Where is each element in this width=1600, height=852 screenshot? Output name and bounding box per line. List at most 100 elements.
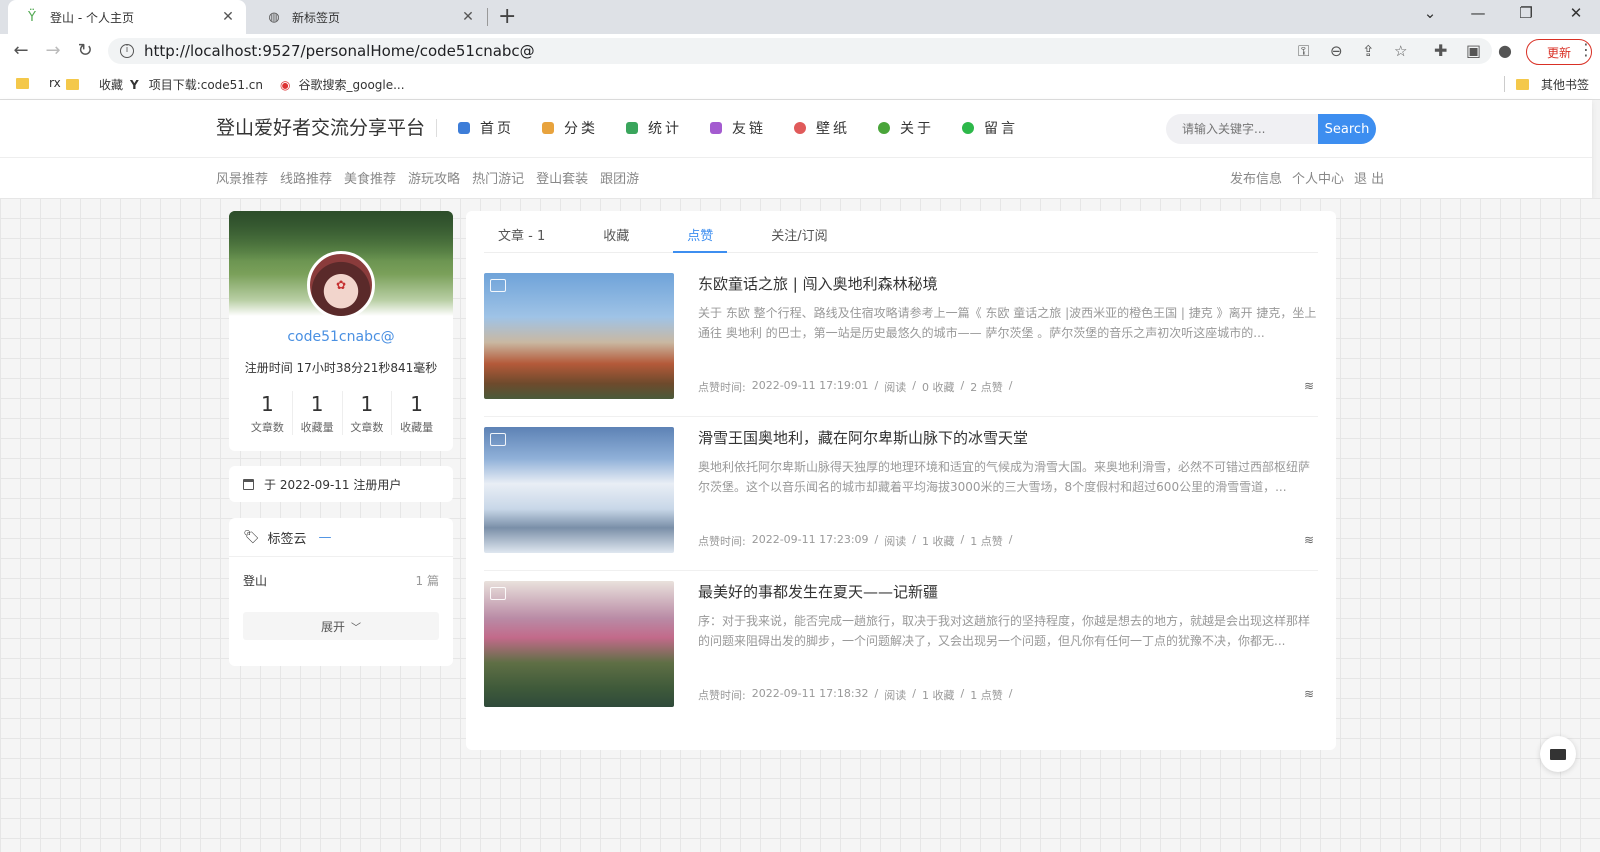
article-thumbnail[interactable] [484, 581, 674, 707]
article-item[interactable]: 东欧童话之旅 | 闯入奥地利森林秘境 关于 东欧 整个行程、路线及住宿攻略请参考… [484, 263, 1318, 417]
share-icon[interactable]: ⇪ [1362, 42, 1375, 60]
zoom-icon[interactable]: ⊖ [1330, 42, 1343, 60]
chevron-down-icon: ﹀ [351, 622, 361, 634]
tag-item[interactable]: 登山 1 篇 [243, 572, 439, 589]
bookmark-star-icon[interactable]: ☆ [1394, 42, 1407, 60]
search-input[interactable] [1166, 114, 1318, 144]
other-bookmarks[interactable]: 其他书签 [1516, 76, 1589, 93]
layers-icon[interactable]: ≋ [1304, 533, 1314, 547]
grid-icon [458, 122, 470, 134]
article-meta: 点赞时间: 2022-09-11 17:18:32/阅读/1 收藏/1 点赞 / [698, 687, 1013, 702]
folder-icon [16, 77, 29, 89]
url-text: http://localhost:9527/personalHome/code5… [144, 42, 535, 60]
side-panel-icon[interactable]: ▣ [1466, 41, 1481, 60]
image-icon [490, 279, 506, 292]
extensions-icon[interactable]: ✚ [1434, 41, 1447, 60]
publish-link[interactable]: 发布信息 [1230, 168, 1282, 187]
sub-nav: 风景推荐 线路推荐 美食推荐 游玩攻略 热门游记 登山套装 跟团游 [216, 168, 651, 187]
search-button[interactable]: Search [1318, 114, 1376, 144]
calendar-icon [243, 478, 254, 490]
bookmark-divider [1504, 76, 1505, 92]
site-info-icon[interactable]: i [120, 44, 134, 58]
wallpaper-icon [794, 122, 806, 134]
layers-icon[interactable]: ≋ [1304, 379, 1314, 393]
menu-icon[interactable]: ⋮ [1578, 40, 1594, 59]
site-title[interactable]: 登山爱好者交流分享平台 [216, 113, 425, 140]
subnav-scenery[interactable]: 风景推荐 [216, 168, 268, 187]
tab-follows[interactable]: 关注/订阅 [757, 211, 841, 253]
subnav-guides[interactable]: 游玩攻略 [408, 168, 460, 187]
nav-links[interactable]: 友链 [710, 118, 766, 138]
article-meta: 点赞时间: 2022-09-11 17:19:01/阅读/0 收藏/2 点赞 / [698, 379, 1013, 394]
nav-message[interactable]: 留言 [962, 118, 1018, 138]
message-icon [962, 122, 974, 134]
restore-button[interactable]: ❐ [1506, 4, 1546, 22]
avatar[interactable]: ✿ [307, 251, 375, 319]
article-title[interactable]: 东欧童话之旅 | 闯入奥地利森林秘境 [698, 273, 938, 294]
article-thumbnail[interactable] [484, 273, 674, 399]
new-tab-button[interactable]: + [498, 4, 516, 29]
forward-icon[interactable]: → [42, 40, 64, 61]
close-tab-icon[interactable]: ✕ [220, 9, 236, 25]
bookmark-google[interactable]: ◉ 谷歌搜索_google... [280, 76, 405, 93]
mail-button[interactable] [1540, 736, 1576, 772]
subnav-travelogues[interactable]: 热门游记 [472, 168, 524, 187]
browser-tab-active[interactable]: Ÿ 登山 - 个人主页 ✕ [8, 0, 246, 34]
url-field[interactable]: i http://localhost:9527/personalHome/cod… [108, 38, 1492, 64]
tab-search-icon[interactable]: ⌄ [1410, 4, 1450, 22]
tab-likes[interactable]: 点赞 [673, 211, 728, 253]
subnav-gear[interactable]: 登山套装 [536, 168, 588, 187]
link-icon [710, 122, 722, 134]
expand-button[interactable]: 展开 ﹀ [243, 612, 439, 640]
nav-wallpaper[interactable]: 壁纸 [794, 118, 850, 138]
subnav-routes[interactable]: 线路推荐 [280, 168, 332, 187]
browser-tab-new[interactable]: ◍ 新标签页 ✕ [250, 0, 486, 34]
register-duration: 注册时间 17小时38分21秒841毫秒 [244, 361, 438, 375]
article-item[interactable]: 最美好的事都发生在夏天——记新疆 序：对于我来说，能否完成一趟旅行，取决于我对这… [484, 571, 1318, 725]
main-nav: 首页 分类 统计 友链 壁纸 关于 留言 [458, 118, 1046, 138]
tab-title: 登山 - 个人主页 [50, 10, 134, 25]
image-icon [490, 587, 506, 600]
article-item[interactable]: 滑雪王国奥地利，藏在阿尔卑斯山脉下的冰雪天堂 奥地利依托阿尔卑斯山脉得天独厚的地… [484, 417, 1318, 571]
stat-favorites: 1 收藏量 [293, 391, 343, 435]
profile-icon[interactable]: ● [1498, 41, 1512, 60]
key-icon[interactable]: ⚿ [1298, 42, 1309, 60]
subnav-food[interactable]: 美食推荐 [344, 168, 396, 187]
nav-about[interactable]: 关于 [878, 118, 934, 138]
bookmarks-bar: rx 收藏 Y 项目下载:code51.cn ◉ 谷歌搜索_google... 其他… [0, 68, 1600, 100]
bookmark-favorites[interactable]: 收藏 [66, 76, 123, 93]
article-thumbnail[interactable] [484, 427, 674, 553]
stat-articles-2: 1 文章数 [343, 391, 393, 435]
search-box: Search [1166, 114, 1376, 144]
tab-articles[interactable]: 文章 - 1 [484, 211, 559, 253]
collapse-toggle[interactable]: — [319, 530, 332, 545]
360-favicon-icon: ◉ [280, 77, 291, 92]
close-tab-icon[interactable]: ✕ [460, 9, 476, 25]
folder-icon [66, 79, 79, 90]
back-icon[interactable]: ← [10, 40, 32, 61]
nav-category[interactable]: 分类 [542, 118, 598, 138]
tab-divider [487, 8, 488, 26]
user-center-link[interactable]: 个人中心 [1292, 168, 1344, 187]
stat-articles: 1 文章数 [243, 391, 293, 435]
profile-stats: 1 文章数 1 收藏量 1 文章数 1 收藏量 [243, 391, 441, 435]
folder-icon [1516, 79, 1529, 90]
bookmark-rx[interactable]: rx [16, 76, 61, 90]
subnav-tours[interactable]: 跟团游 [600, 168, 639, 187]
logout-link[interactable]: 退 出 [1354, 168, 1384, 187]
tab-favorites[interactable]: 收藏 [589, 211, 643, 253]
minimize-button[interactable]: — [1458, 4, 1498, 22]
close-window-button[interactable]: ✕ [1556, 4, 1596, 22]
nav-stats[interactable]: 统计 [626, 118, 682, 138]
info-icon [878, 122, 890, 134]
reload-icon[interactable]: ↻ [74, 40, 96, 61]
profile-card: ✿ code51cnabc@ 注册时间 17小时38分21秒841毫秒 1 文章数… [229, 211, 453, 451]
site-header: 登山爱好者交流分享平台 首页 分类 统计 友链 壁纸 关于 留言 Search … [0, 100, 1592, 198]
bookmark-code51[interactable]: Y 项目下载:code51.cn [130, 76, 263, 93]
globe-icon: ◍ [268, 9, 280, 25]
layers-icon[interactable]: ≋ [1304, 687, 1314, 701]
article-title[interactable]: 最美好的事都发生在夏天——记新疆 [698, 581, 938, 602]
article-title[interactable]: 滑雪王国奥地利，藏在阿尔卑斯山脉下的冰雪天堂 [698, 427, 1028, 448]
nav-home[interactable]: 首页 [458, 118, 514, 138]
register-note-card: 于 2022-09-11 注册用户 [229, 466, 453, 502]
